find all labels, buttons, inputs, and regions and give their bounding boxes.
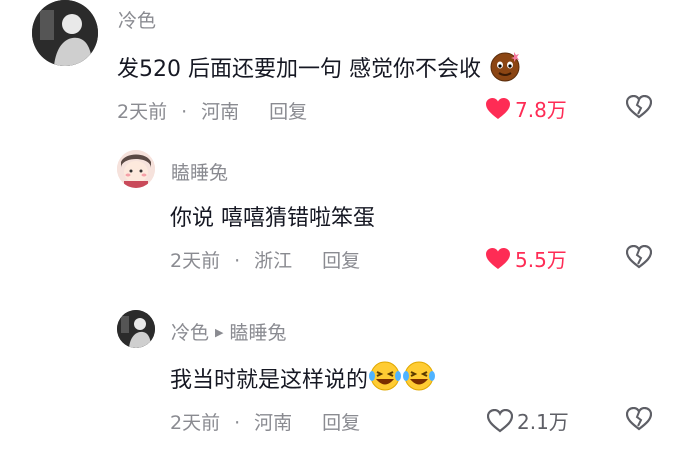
dislike-button[interactable] [625,244,653,273]
avatar[interactable] [32,0,98,66]
comment-meta: 2天前 · 河南 回复 [170,408,360,435]
comment-item: 冷色 发520 后面还要加一句 感觉你不会收 2天前 · 河南 回复 7.8万 [0,0,690,130]
comment-location: 河南 [201,101,240,123]
avatar[interactable] [117,310,155,348]
reply-button[interactable]: 回复 [322,246,360,273]
reply-arrow-icon: ▶ [215,326,224,339]
reply-item: 冷色 ▶ 瞌睡兔 我当时就是这样说的 2天前 · 河南 回复 2.1万 [0,296,690,450]
dislike-button[interactable] [625,94,653,123]
comment-text-content: 我当时就是这样说的 [170,368,369,393]
avatar[interactable] [117,150,155,188]
like-count: 2.1万 [517,410,569,434]
dislike-button[interactable] [625,406,653,435]
comment-meta: 2天前 · 河南 回复 [117,97,307,124]
comment-location: 河南 [254,412,293,434]
reply-header: 冷色 ▶ 瞌睡兔 [171,318,287,345]
reply-to-username[interactable]: 瞌睡兔 [229,322,286,344]
heart-outline-icon [487,408,513,432]
separator-dot: · [234,412,241,434]
username[interactable]: 冷色 [118,6,156,33]
broken-heart-icon [625,406,653,431]
like-button[interactable]: 7.8万 [485,94,567,123]
comment-time: 2天前 [170,250,221,272]
comment-text: 发520 后面还要加一句 感觉你不会收 [117,48,522,88]
broken-heart-icon [625,94,653,119]
like-count: 5.5万 [515,248,567,272]
comment-meta: 2天前 · 浙江 回复 [170,246,360,273]
comment-text-content: 发520 后面还要加一句 感觉你不会收 [117,57,481,82]
heart-filled-icon [486,247,510,269]
separator-dot: · [234,250,241,272]
like-button[interactable]: 2.1万 [487,406,569,435]
comment-time: 2天前 [170,412,221,434]
like-button[interactable]: 5.5万 [485,244,567,273]
comment-text: 我当时就是这样说的 [170,359,436,399]
reply-button[interactable]: 回复 [269,97,307,124]
chocolate-emoji-icon [488,48,522,88]
laughing-tears-emoji-icon [368,359,402,399]
username[interactable]: 瞌睡兔 [171,158,228,185]
comment-text: 你说 嘻嘻猜错啦笨蛋 [170,206,375,231]
username[interactable]: 冷色 [171,322,209,344]
separator-dot: · [181,101,188,123]
comment-time: 2天前 [117,101,168,123]
broken-heart-icon [625,244,653,269]
laughing-tears-emoji-icon [402,359,436,399]
heart-filled-icon [486,97,510,119]
reply-button[interactable]: 回复 [322,408,360,435]
like-count: 7.8万 [515,98,567,122]
reply-item: 瞌睡兔 你说 嘻嘻猜错啦笨蛋 2天前 · 浙江 回复 5.5万 [0,140,690,280]
comment-location: 浙江 [254,250,293,272]
